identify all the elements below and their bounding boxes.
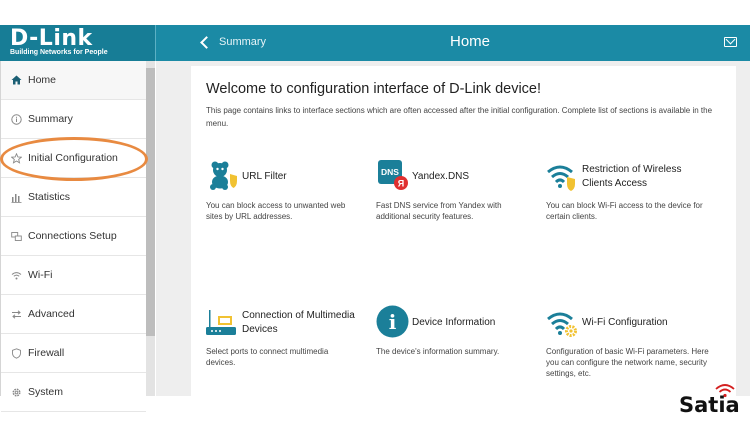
wifi-icon xyxy=(11,270,22,281)
card-title-device-info[interactable]: Device Information xyxy=(412,316,495,330)
card-title-multimedia[interactable]: Connection of Multimedia Devices xyxy=(242,309,362,337)
mail-icon[interactable] xyxy=(724,37,737,47)
back-to-summary-link[interactable]: Summary xyxy=(198,32,266,52)
page-title: Home xyxy=(450,33,491,50)
intro-text: This page contains links to interface se… xyxy=(206,106,713,128)
card-desc-multimedia: Select ports to connect multimedia devic… xyxy=(206,347,329,367)
sidebar-item-label: Summary xyxy=(28,113,73,125)
sidebar-item-label: Firewall xyxy=(28,347,65,359)
back-link-label: Summary xyxy=(219,36,267,48)
logo-tagline: Building Networks for People xyxy=(10,49,108,56)
wifi-shield-icon[interactable] xyxy=(547,162,577,192)
sidebar-item-advanced[interactable]: Advanced xyxy=(1,295,146,334)
info-icon xyxy=(11,113,22,125)
url-filter-icon[interactable] xyxy=(208,160,238,190)
sidebar-item-label: Wi-Fi xyxy=(28,269,53,281)
sidebar-item-label: Home xyxy=(28,74,57,86)
card-title-url-filter[interactable]: URL Filter xyxy=(242,170,287,184)
sidebar-item-home[interactable]: Home xyxy=(1,61,146,100)
shield-icon xyxy=(11,347,22,359)
watermark-text: Satia xyxy=(679,393,740,417)
sidebar-item-initial-configuration[interactable]: Initial Configuration xyxy=(1,139,146,178)
yandex-badge-text: Я xyxy=(398,179,404,189)
sidebar-item-label: Advanced xyxy=(28,308,75,320)
info-icon-letter: i xyxy=(389,310,397,334)
card-title-yandex-dns[interactable]: Yandex.DNS xyxy=(412,170,469,184)
multimedia-router-icon[interactable] xyxy=(206,308,236,338)
card-desc-wifi-config: Configuration of basic Wi-Fi parameters.… xyxy=(546,347,709,378)
chevron-left-icon xyxy=(200,35,213,49)
sidebar-item-label: Statistics xyxy=(28,191,71,203)
sidebar-item-summary[interactable]: Summary xyxy=(1,100,146,139)
wifi-gear-icon[interactable] xyxy=(547,309,577,339)
sidebar-item-label: Connections Setup xyxy=(28,230,117,242)
welcome-heading: Welcome to configuration interface of D-… xyxy=(206,81,542,97)
connections-icon xyxy=(11,231,22,242)
sidebar-item-firewall[interactable]: Firewall xyxy=(1,334,146,373)
sidebar-item-wifi[interactable]: Wi-Fi xyxy=(1,256,146,295)
dns-icon-text: DNS xyxy=(381,167,399,177)
home-icon xyxy=(11,75,22,86)
sidebar-scrollbar-thumb[interactable] xyxy=(146,68,155,336)
router-admin-screen: D-Link Building Networks for People Summ… xyxy=(0,0,750,421)
sidebar-item-statistics[interactable]: Statistics xyxy=(1,178,146,217)
sidebar-item-label: Initial Configuration xyxy=(28,152,118,164)
sidebar-menu: Home Summary Initial Configuration Stati… xyxy=(0,61,146,412)
sidebar-item-label: System xyxy=(28,386,64,398)
star-icon xyxy=(11,152,22,164)
gear-icon xyxy=(11,387,22,398)
card-title-wifi-config[interactable]: Wi-Fi Configuration xyxy=(582,316,668,330)
device-info-icon[interactable]: i xyxy=(376,305,409,338)
bar-chart-icon xyxy=(11,192,22,203)
dlink-logo[interactable]: D-Link xyxy=(10,27,93,51)
card-title-wireless-restriction[interactable]: Restriction of Wireless Clients Access xyxy=(582,163,697,191)
card-desc-url-filter: You can block access to unwanted web sit… xyxy=(206,201,346,221)
card-desc-yandex-dns: Fast DNS service from Yandex with additi… xyxy=(376,201,502,221)
sidebar-item-system[interactable]: System xyxy=(1,373,146,412)
card-desc-device-info: The device's information summary. xyxy=(376,347,500,356)
yandex-dns-icon[interactable]: DNS Я xyxy=(378,160,408,190)
arrows-icon xyxy=(11,309,22,320)
sidebar-item-connections-setup[interactable]: Connections Setup xyxy=(1,217,146,256)
card-desc-wireless-restriction: You can block Wi-Fi access to the device… xyxy=(546,201,703,221)
